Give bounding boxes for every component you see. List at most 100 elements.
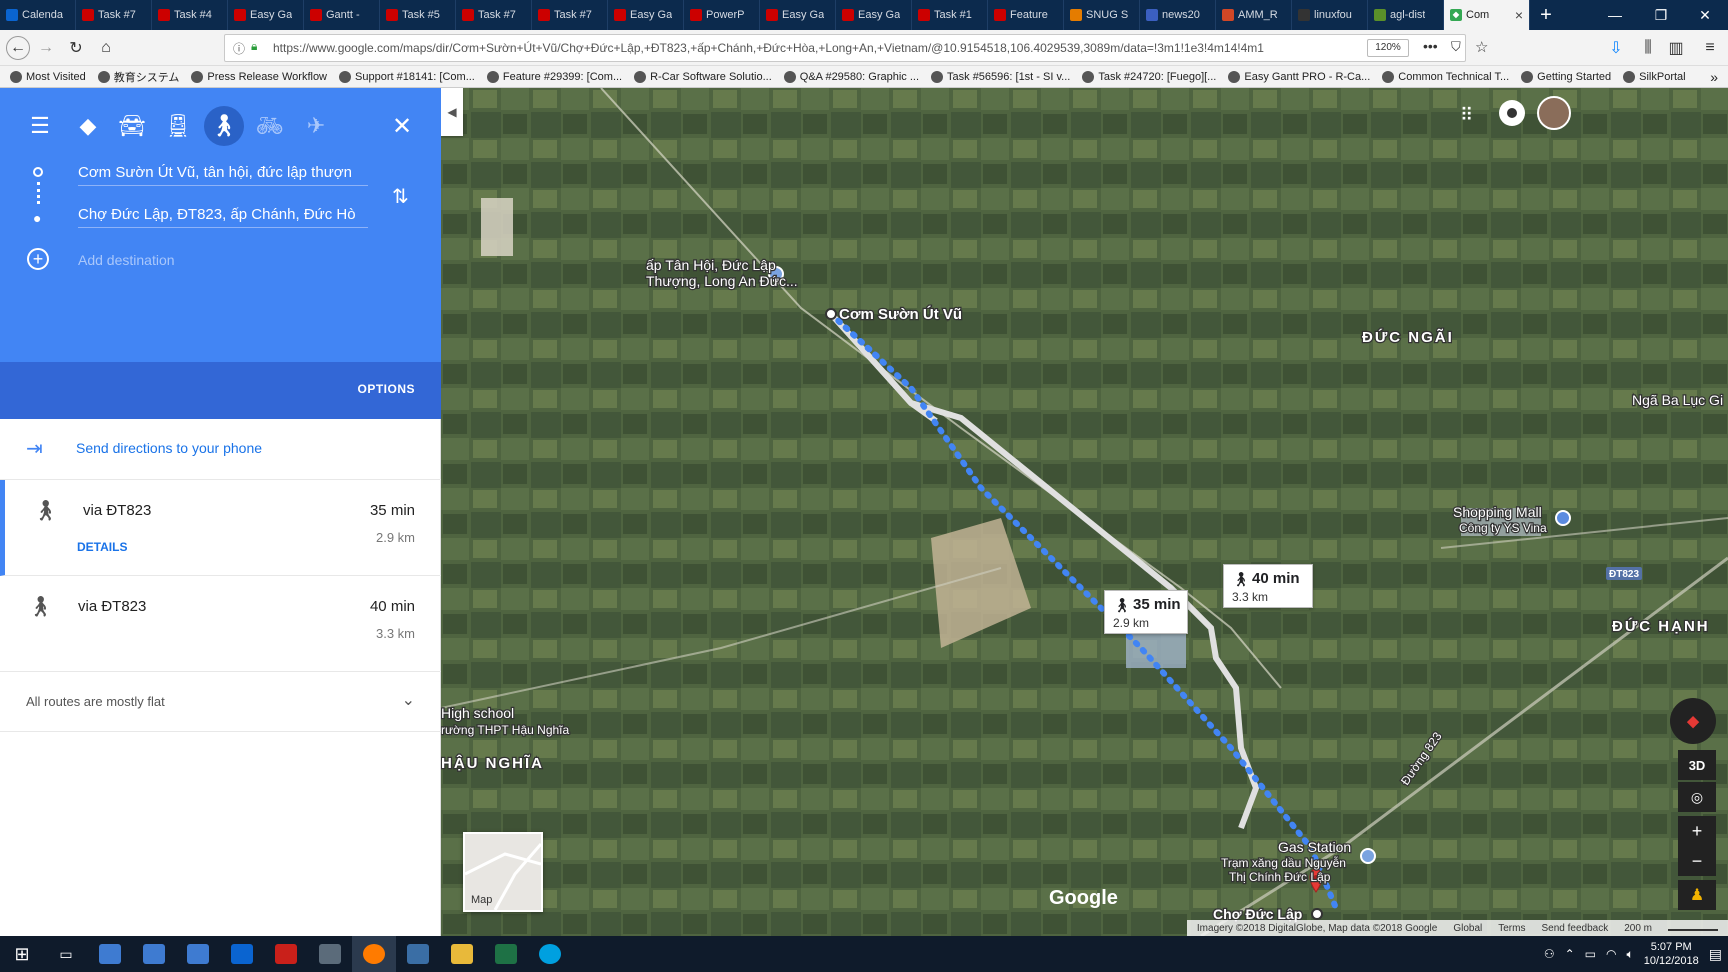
browser-tab[interactable]: Easy Ga <box>608 0 684 30</box>
bicycle-mode-icon[interactable]: 🚲︎ <box>250 106 290 146</box>
map-canvas[interactable]: ấp Tân Hội, Đức Lập Thượng, Long An Đức.… <box>441 88 1728 936</box>
reload-button[interactable]: ↻ <box>64 36 88 60</box>
browser-tab[interactable]: linuxfou <box>1292 0 1368 30</box>
zoom-in-button[interactable]: + <box>1678 816 1716 846</box>
add-destination-icon[interactable]: + <box>27 248 49 270</box>
terms-link[interactable]: Terms <box>1498 923 1525 934</box>
browser-tab[interactable]: Task #7 <box>76 0 152 30</box>
close-window-button[interactable]: ✕ <box>1682 0 1728 30</box>
url-text[interactable]: https://www.google.com/maps/dir/Cơm+Sườn… <box>273 41 1333 55</box>
new-tab-button[interactable]: + <box>1530 0 1562 30</box>
taskbar-app[interactable] <box>88 936 132 972</box>
global-link[interactable]: Global <box>1453 923 1482 934</box>
tray-chevron-icon[interactable]: ⌃ <box>1565 947 1575 961</box>
route-callout-40min[interactable]: 🚶︎ 40 min 3.3 km <box>1223 564 1313 608</box>
browser-tab[interactable]: AMM_R <box>1216 0 1292 30</box>
browser-tab[interactable]: Calenda <box>0 0 76 30</box>
route-option-1[interactable]: 🚶︎ via ĐT823 35 min 2.9 km DETAILS <box>0 480 441 576</box>
page-actions-icon[interactable]: ••• <box>1423 38 1438 54</box>
taskbar-app[interactable] <box>220 936 264 972</box>
destination-input[interactable]: Chợ Đức Lập, ĐT823, ấp Chánh, Đức Hò <box>78 206 368 228</box>
taskbar-app[interactable] <box>396 936 440 972</box>
car-mode-icon[interactable]: 🚘︎ <box>112 106 152 146</box>
close-tab-icon[interactable]: × <box>1515 7 1523 23</box>
pocket-icon[interactable]: ⛉ <box>1451 39 1461 55</box>
collapse-panel-button[interactable]: ◀ <box>441 88 463 136</box>
satellite-map[interactable]: ấp Tân Hội, Đức Lập Thượng, Long An Đức.… <box>441 88 1728 936</box>
compass-icon[interactable]: ⬥ <box>1670 698 1716 744</box>
start-button[interactable]: ⊞ <box>0 936 44 972</box>
bookmark-item[interactable]: Task #24720: [Fuego][... <box>1082 70 1216 83</box>
close-directions-icon[interactable]: ✕ <box>382 106 422 146</box>
route-callout-35min[interactable]: 🚶︎ 35 min 2.9 km <box>1104 590 1188 634</box>
taskbar-app[interactable] <box>308 936 352 972</box>
send-to-phone-row[interactable]: ⇥ Send directions to your phone <box>0 419 441 480</box>
info-icon[interactable]: ⓘ <box>233 40 245 57</box>
bookmark-item[interactable]: Common Technical T... <box>1382 70 1509 83</box>
browser-tab[interactable]: Gantt - <box>304 0 380 30</box>
browser-tab[interactable]: SNUG S <box>1064 0 1140 30</box>
apps-grid-icon[interactable]: ⠿ <box>1460 105 1473 126</box>
downloads-icon[interactable]: ⇩ <box>1604 36 1628 60</box>
browser-tab[interactable]: Task #4 <box>152 0 228 30</box>
bookmark-item[interactable]: Q&A #29580: Graphic ... <box>783 70 919 83</box>
browser-tab[interactable]: Feature <box>988 0 1064 30</box>
bookmark-item[interactable]: SilkPortal <box>1623 70 1686 83</box>
forward-button[interactable]: → <box>34 36 58 60</box>
destination-marker[interactable] <box>1311 908 1323 920</box>
tilt-3d-button[interactable]: 3D <box>1678 750 1716 780</box>
bookmark-item[interactable]: Press Release Workflow <box>191 70 327 83</box>
taskbar-app-active[interactable] <box>352 936 396 972</box>
options-button[interactable]: OPTIONS <box>357 382 415 396</box>
browser-tab[interactable]: Task #7 <box>532 0 608 30</box>
taskbar-app[interactable] <box>528 936 572 972</box>
walking-mode-icon[interactable]: 🚶︎ <box>204 106 244 146</box>
battery-icon[interactable]: ▭ <box>1585 947 1596 961</box>
route-option-2[interactable]: 🚶︎ via ĐT823 40 min 3.3 km <box>0 576 441 672</box>
pegman-icon[interactable]: ♟ <box>1678 880 1716 910</box>
origin-marker[interactable] <box>825 308 837 320</box>
taskbar-app[interactable] <box>484 936 528 972</box>
task-view-button[interactable]: ▭ <box>44 936 88 972</box>
send-to-phone-link[interactable]: Send directions to your phone <box>76 440 262 456</box>
bookmark-item[interactable]: Feature #29399: [Com... <box>486 70 622 83</box>
browser-tab[interactable]: agl-dist <box>1368 0 1444 30</box>
bookmark-item[interactable]: Easy Gantt PRO - R-Ca... <box>1228 70 1370 83</box>
back-button[interactable]: ← <box>6 36 30 60</box>
people-icon[interactable]: ⚇ <box>1544 947 1555 961</box>
zoom-indicator[interactable]: 120% <box>1367 39 1409 57</box>
scale-bar[interactable]: 200 m <box>1624 923 1652 934</box>
taskbar-app[interactable] <box>440 936 484 972</box>
bookmark-item[interactable]: Support #18141: [Com... <box>339 70 475 83</box>
clock[interactable]: 5:07 PM 10/12/2018 <box>1644 940 1699 968</box>
avatar[interactable] <box>1537 96 1571 130</box>
shopping-pin-icon[interactable] <box>1555 510 1571 526</box>
zoom-out-button[interactable]: − <box>1678 846 1716 876</box>
library-icon[interactable]: ⫼ <box>1636 36 1660 60</box>
gas-station-pin-icon[interactable] <box>1360 848 1376 864</box>
swap-waypoints-icon[interactable]: ⇅ <box>392 184 409 209</box>
bookmark-item[interactable]: 教育システム <box>97 69 179 85</box>
origin-input[interactable]: Cơm Sườn Út Vũ, tân hội, đức lập thượn <box>78 164 368 186</box>
send-feedback-link[interactable]: Send feedback <box>1541 923 1608 934</box>
bookmark-item[interactable]: Task #56596: [1st - SI v... <box>931 70 1070 83</box>
browser-tab[interactable]: Task #1 <box>912 0 988 30</box>
bookmark-item[interactable]: Getting Started <box>1521 70 1611 83</box>
bookmark-item[interactable]: Most Visited <box>10 70 86 83</box>
taskbar-app[interactable] <box>264 936 308 972</box>
browser-tab[interactable]: Easy Ga <box>760 0 836 30</box>
taskbar-app[interactable] <box>176 936 220 972</box>
chevron-down-icon[interactable]: ⌄ <box>402 690 415 710</box>
sidebar-toggle-icon[interactable]: ▥ <box>1664 36 1688 60</box>
flight-mode-icon[interactable]: ✈ <box>296 106 336 146</box>
address-bar[interactable]: ⓘ 🔒︎ https://www.google.com/maps/dir/Cơm… <box>224 34 1488 62</box>
browser-tab[interactable]: Easy Ga <box>228 0 304 30</box>
restore-button[interactable]: ❐ <box>1638 0 1684 30</box>
volume-icon[interactable]: 🔈︎ <box>1627 947 1634 962</box>
bookmark-item[interactable]: R-Car Software Solutio... <box>634 70 772 83</box>
browser-tab[interactable]: Easy Ga <box>836 0 912 30</box>
browser-tab[interactable]: PowerP <box>684 0 760 30</box>
browser-tab[interactable]: news20 <box>1140 0 1216 30</box>
terrain-note-row[interactable]: All routes are mostly flat ⌄ <box>0 672 441 732</box>
browser-tab[interactable]: Task #7 <box>456 0 532 30</box>
